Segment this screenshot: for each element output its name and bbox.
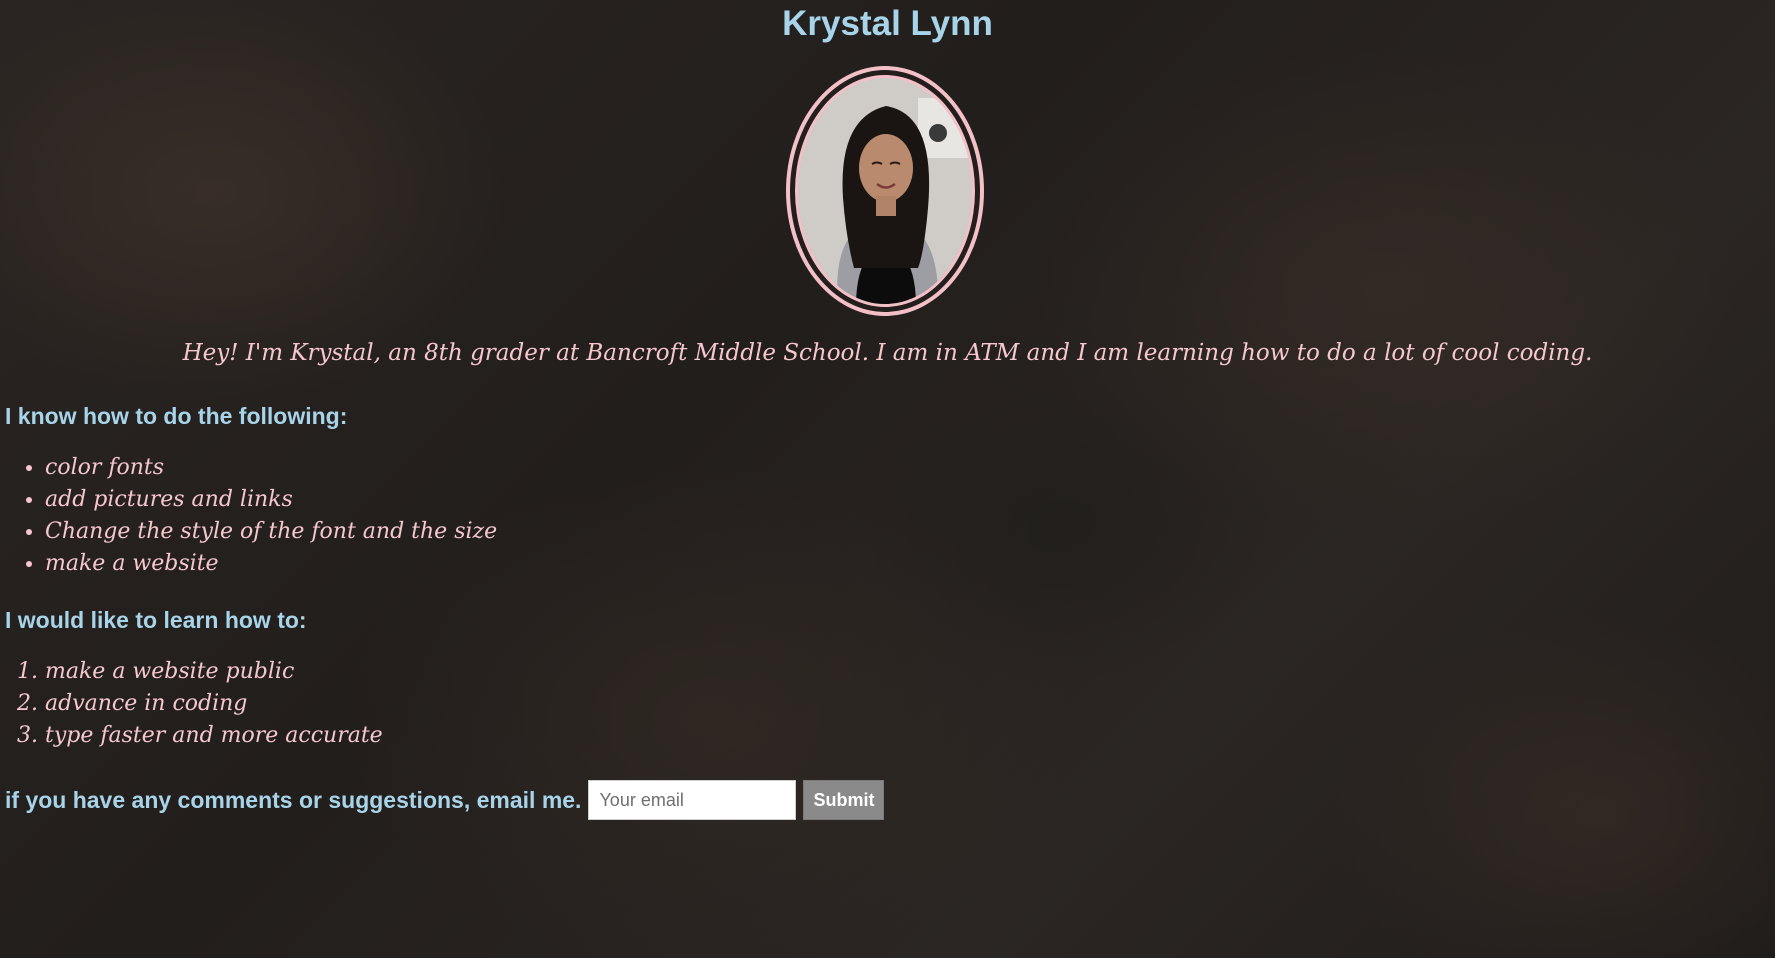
email-input[interactable] [588,780,797,820]
list-item: advance in coding [45,688,383,720]
list-item: add pictures and links [45,484,497,516]
profile-photo [795,75,975,307]
contact-form: if you have any comments or suggestions,… [5,780,885,820]
intro-text: Hey! I'm Krystal, an 8th grader at Bancr… [182,340,1593,366]
list-item: color fonts [45,452,497,484]
list-item: make a website [45,548,497,580]
submit-button[interactable]: Submit [803,780,885,820]
list-item: Change the style of the font and the siz… [45,516,497,548]
goals-list: make a website public advance in coding … [0,656,383,752]
skills-list: color fonts add pictures and links Chang… [0,452,497,580]
page-title: Krystal Lynn [782,4,993,43]
profile-photo-frame [786,66,984,316]
list-item: type faster and more accurate [45,720,383,752]
goals-heading: I would like to learn how to: [5,607,307,633]
list-item: make a website public [45,656,383,688]
contact-label: if you have any comments or suggestions,… [5,786,582,813]
skills-heading: I know how to do the following: [5,403,348,429]
